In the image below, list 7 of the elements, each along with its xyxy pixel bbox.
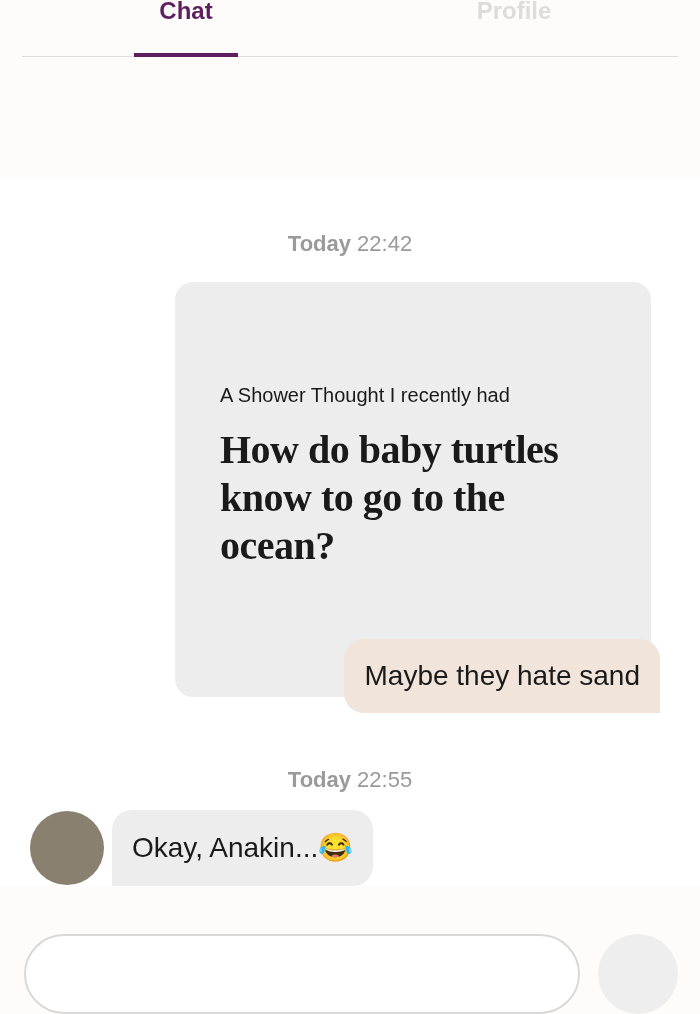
tab[interactable]: Chat: [134, 0, 238, 57]
card-caption: A Shower Thought I recently had: [220, 383, 511, 408]
received-message-bubble: Okay, Anakin...😂: [112, 810, 374, 886]
message-timestamp: Today 22:55: [287, 766, 413, 794]
sent-message-bubble: Maybe they hate sand: [344, 639, 660, 713]
message-timestamp: Today 22:42: [287, 230, 413, 258]
card-question: How do baby turtles know to go to the ocean?: [220, 426, 560, 570]
